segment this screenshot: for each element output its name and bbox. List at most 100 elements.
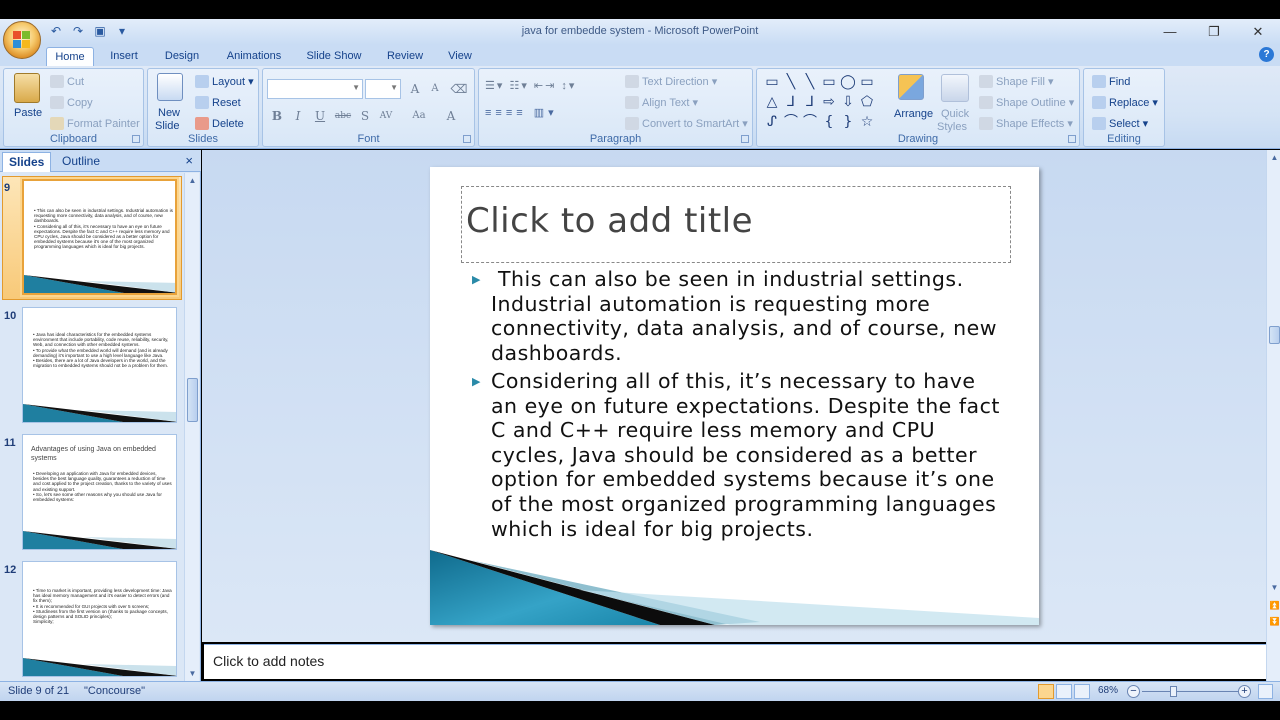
customize-qat-icon[interactable]: ▾ [112, 22, 132, 40]
delete-button[interactable]: Delete [195, 117, 244, 130]
list-buttons[interactable]: ☰▾ ☷▾ ⇤⇥ ↕▾ [485, 79, 576, 92]
bullets-icon[interactable]: ☰▾ [485, 80, 504, 92]
grow-font-button[interactable]: A [405, 79, 425, 99]
right-brace-shape-icon[interactable]: } [839, 113, 857, 131]
elbow-arrow-connector-icon[interactable]: ⅃ [801, 93, 819, 111]
change-case-button[interactable]: Aa [409, 106, 429, 126]
office-button[interactable] [3, 21, 41, 59]
zoom-level[interactable]: 68% [1098, 685, 1118, 696]
shape-fill-button[interactable]: Shape Fill ▾ [979, 75, 1054, 88]
curve-shape-icon[interactable]: ⌒ [801, 113, 819, 131]
scroll-up-icon[interactable]: ▲ [185, 173, 200, 188]
shadow-button[interactable]: S [355, 106, 375, 126]
paste-button[interactable]: Paste [14, 107, 42, 119]
numbering-icon[interactable]: ☷▾ [509, 80, 528, 92]
next-slide-icon[interactable]: ⏬ [1267, 614, 1280, 629]
main-scrollbar[interactable]: ▲ ▼ ⏫ ⏬ [1266, 150, 1280, 681]
justify-icon[interactable]: ≡ [516, 107, 526, 119]
minimize-button[interactable]: — [1148, 19, 1192, 45]
down-arrow-shape-icon[interactable]: ⇩ [839, 93, 857, 111]
font-name-combo[interactable]: ▼ [267, 79, 363, 99]
font-color-button[interactable]: A [441, 106, 461, 126]
title-placeholder[interactable]: Click to add title [461, 186, 1011, 263]
slide-thumbnail-11[interactable]: Advantages of using Java on embedded sys… [22, 434, 177, 550]
convert-smartart-button[interactable]: Convert to SmartArt ▾ [625, 117, 748, 130]
help-icon[interactable]: ? [1259, 47, 1274, 62]
paragraph-launcher[interactable] [741, 135, 749, 143]
zoom-slider-track[interactable] [1142, 691, 1240, 692]
arrange-button[interactable]: Arrange [894, 108, 933, 120]
underline-button[interactable]: U [310, 106, 330, 126]
tab-insert[interactable]: Insert [104, 47, 144, 66]
new-slide-label-2[interactable]: Slide [155, 120, 179, 132]
elbow-connector-icon[interactable]: ⅃ [782, 93, 800, 111]
tab-review[interactable]: Review [382, 47, 428, 66]
select-button[interactable]: Select ▾ [1092, 117, 1148, 130]
fit-to-window-button[interactable] [1258, 684, 1273, 699]
slide-thumbnail-10[interactable]: • Java has ideal characteristics for the… [22, 307, 177, 423]
line-shape-icon[interactable]: ╲ [782, 73, 800, 91]
copy-button[interactable]: Copy [50, 96, 93, 109]
bold-button[interactable]: B [267, 106, 287, 126]
tab-animations[interactable]: Animations [222, 47, 286, 66]
tab-slide-show[interactable]: Slide Show [302, 47, 366, 66]
undo-icon[interactable]: ↶ [46, 22, 66, 40]
drawing-launcher[interactable] [1068, 135, 1076, 143]
zoom-out-button[interactable]: − [1127, 685, 1140, 698]
text-direction-button[interactable]: Text Direction ▾ [625, 75, 717, 88]
pentagon-shape-icon[interactable]: ⬠ [858, 93, 876, 111]
slideshow-icon[interactable]: ▣ [90, 22, 110, 40]
align-left-icon[interactable]: ≡ [485, 107, 495, 119]
scroll-up-icon[interactable]: ▲ [1267, 150, 1280, 165]
arrow-line-shape-icon[interactable]: ╲ [801, 73, 819, 91]
scroll-down-icon[interactable]: ▼ [1267, 580, 1280, 595]
left-brace-shape-icon[interactable]: { [820, 113, 838, 131]
replace-button[interactable]: Replace ▾ [1092, 96, 1158, 109]
cut-button[interactable]: Cut [50, 75, 84, 88]
clear-format-button[interactable]: ⌫ [449, 79, 469, 99]
scroll-thumb[interactable] [187, 378, 198, 422]
previous-slide-icon[interactable]: ⏫ [1267, 598, 1280, 613]
scroll-thumb[interactable] [1269, 326, 1280, 344]
slide-thumbnail-9[interactable]: • This can also be seen in industrial se… [22, 179, 177, 295]
columns-icon[interactable]: ▥▾ [534, 107, 558, 119]
format-painter-button[interactable]: Format Painter [50, 117, 140, 130]
restore-button[interactable]: ❐ [1192, 19, 1236, 45]
font-size-combo[interactable]: ▼ [365, 79, 401, 99]
rectangle-shape-icon[interactable]: ▭ [820, 73, 838, 91]
freeform-shape-icon[interactable]: ᔑ [763, 113, 781, 131]
char-spacing-button[interactable]: AV [376, 106, 396, 126]
current-slide[interactable]: Click to add title ▶ This can also be se… [430, 167, 1039, 625]
font-launcher[interactable] [463, 135, 471, 143]
align-text-button[interactable]: Align Text ▾ [625, 96, 698, 109]
slide-thumbnail-12[interactable]: • Time to market is important, providing… [22, 561, 177, 677]
slideshow-view-button[interactable] [1074, 684, 1090, 699]
star-shape-icon[interactable]: ☆ [858, 113, 876, 131]
layout-button[interactable]: Layout ▾ [195, 75, 254, 88]
right-arrow-shape-icon[interactable]: ⇨ [820, 93, 838, 111]
italic-button[interactable]: I [288, 106, 308, 126]
normal-view-button[interactable] [1038, 684, 1054, 699]
textbox-shape-icon[interactable]: ▭ [763, 73, 781, 91]
quick-styles-label-2[interactable]: Styles [937, 121, 967, 133]
zoom-in-button[interactable]: + [1238, 685, 1251, 698]
close-pane-icon[interactable]: × [185, 153, 193, 168]
find-button[interactable]: Find [1092, 75, 1130, 88]
reset-button[interactable]: Reset [195, 96, 241, 109]
align-right-icon[interactable]: ≡ [506, 107, 516, 119]
tab-design[interactable]: Design [158, 47, 206, 66]
clipboard-launcher[interactable] [132, 135, 140, 143]
oval-shape-icon[interactable]: ◯ [839, 73, 857, 91]
notes-pane[interactable]: Click to add notes [204, 644, 1266, 679]
tab-view[interactable]: View [442, 47, 478, 66]
thumbnail-scrollbar[interactable]: ▲ ▼ [184, 173, 199, 681]
zoom-slider-knob[interactable] [1170, 686, 1177, 697]
scroll-down-icon[interactable]: ▼ [185, 666, 200, 681]
tab-home[interactable]: Home [46, 47, 94, 66]
close-button[interactable]: ✕ [1236, 19, 1280, 45]
triangle-shape-icon[interactable]: △ [763, 93, 781, 111]
tab-slides[interactable]: Slides [2, 152, 52, 172]
align-center-icon[interactable]: ≡ [495, 107, 505, 119]
indent-icon[interactable]: ⇤⇥ [534, 80, 556, 92]
slide-sorter-button[interactable] [1056, 684, 1072, 699]
